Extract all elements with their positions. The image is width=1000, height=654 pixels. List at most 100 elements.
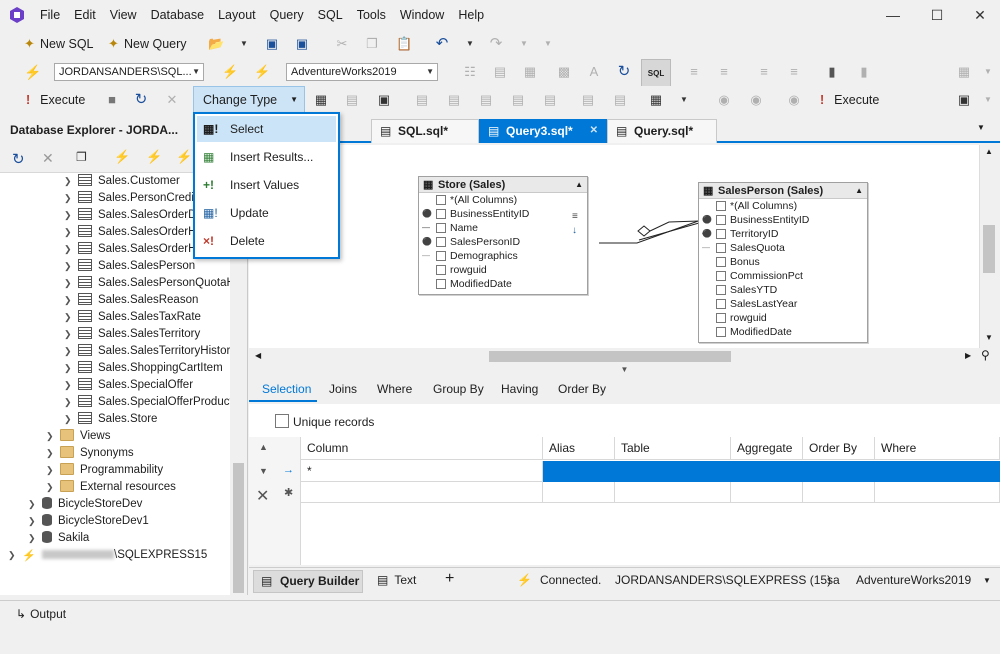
execute-button[interactable]: ! Execute [26,90,85,110]
expand-icon[interactable]: ❯ [64,411,78,428]
entity-field[interactable]: SalesLastYear [699,297,867,311]
entity-field[interactable]: *(All Columns) [699,199,867,213]
expand-icon[interactable]: ❯ [64,309,78,326]
align-icon[interactable]: ≡ [756,64,772,80]
tree-item-database[interactable]: ❯ BicycleStoreDev [28,496,142,513]
field-checkbox[interactable] [436,279,446,289]
expand-icon[interactable]: ❯ [64,173,78,190]
expand-icon[interactable]: ❯ [46,479,60,496]
print-icon[interactable]: ▤ [344,92,360,108]
field-checkbox[interactable] [436,209,446,219]
execute-right-button[interactable]: ! Execute [820,90,879,110]
splitter-handle[interactable]: ▼ [249,365,1000,378]
field-checkbox[interactable] [436,223,446,233]
expand-icon[interactable]: ❯ [64,258,78,275]
fit-icon[interactable]: ▣ [376,92,392,108]
scrollbar-thumb[interactable] [983,225,995,273]
grid-icon[interactable]: ▦ [522,64,538,80]
disconnect-icon[interactable]: ⚡ [176,149,192,165]
diagram-horizontal-scrollbar[interactable]: ◀ ▶ [249,348,980,365]
move-down-icon[interactable]: ▼ [259,466,268,476]
tree-item-database[interactable]: ❯ BicycleStoreDev1 [28,513,149,530]
entity-field[interactable]: ⚫— TerritoryID [699,227,867,252]
refresh-icon[interactable]: ↻ [12,150,25,168]
unique-records-checkbox[interactable] [275,414,289,428]
database-combo[interactable]: AdventureWorks2019 ▼ [286,63,438,81]
tree-item-table[interactable]: ❯ Sales.SpecialOffer [64,377,193,394]
connect-icon[interactable]: ⚡ [222,64,238,80]
field-checkbox[interactable] [716,215,726,225]
tab-having[interactable]: Having [501,382,538,396]
tree-item-table[interactable]: ❯ Sales.Store [64,411,157,428]
field-checkbox[interactable] [436,265,446,275]
save-all-icon[interactable]: ▣ [294,36,310,52]
tree-item-table[interactable]: ❯ Sales.SalesPersonQuotaHi [64,275,237,292]
close-icon[interactable]: ✕ [42,150,54,167]
bookmark-icon[interactable]: ▮ [824,64,840,80]
field-checkbox[interactable] [716,229,726,239]
grid-cell-new[interactable] [803,482,875,503]
expand-icon[interactable]: ❯ [46,445,60,462]
diagram-vertical-scrollbar[interactable]: ▲ ▼ [980,145,1000,348]
menu-query[interactable]: Query [270,8,304,22]
entity-field[interactable]: ⚫— BusinessEntityID [419,207,587,232]
tree-item-table[interactable]: ❯ Sales.ShoppingCartItem [64,360,223,377]
scrollbar-thumb[interactable] [233,463,244,593]
tree-item-server[interactable]: ❯ ⚡ \SQLEXPRESS15 [8,547,207,564]
expand-icon[interactable]: ❯ [64,224,78,241]
query-builder-button[interactable]: ▤ Query Builder [253,570,363,593]
distribute-icon[interactable]: ▤ [580,92,596,108]
output-button[interactable]: ↳ Output [16,607,66,621]
column-header-order-by[interactable]: Order By [803,437,875,460]
tabs-overflow-icon[interactable]: ▼ [977,123,985,132]
collapse-entity-icon[interactable]: ▲ [575,177,583,193]
entity-field[interactable]: rowguid [419,263,587,277]
field-checkbox[interactable] [716,285,726,295]
tree-item-table[interactable]: ❯ Sales.SpecialOfferProduct [64,394,233,411]
menu-item-insert-results[interactable]: ▦ Insert Results... [197,144,336,170]
expand-icon[interactable]: ❯ [28,530,42,547]
align-right-icon[interactable]: ▤ [478,92,494,108]
toolbar-options-icon[interactable]: ▼ [980,92,996,108]
close-tab-icon[interactable]: ✕ [590,120,598,142]
expand-icon[interactable]: ❯ [46,462,60,479]
toolbar-options-icon[interactable]: ▼ [980,64,996,80]
text-size-icon[interactable]: A [586,64,602,80]
menu-edit[interactable]: Edit [74,8,96,22]
tree-item-table[interactable]: ❯ Sales.SalesPerson [64,258,195,275]
entity-field[interactable]: rowguid [699,311,867,325]
tree-item-folder[interactable]: ❯ Programmability [46,462,163,479]
connection-combo[interactable]: JORDANSANDERS\SQL... ▼ [54,63,204,81]
undo-icon[interactable]: ↶ [434,36,450,52]
database-stop-icon[interactable]: ◉ [786,92,802,108]
menu-database[interactable]: Database [151,8,205,22]
redo-icon[interactable]: ↷ [488,36,504,52]
entity-field[interactable]: ModifiedDate [419,277,587,291]
tree-item-database[interactable]: ❯ Sakila [28,530,89,547]
refresh-icon[interactable]: ↻ [616,64,632,80]
expand-icon[interactable]: ❯ [64,207,78,224]
layout-icon[interactable]: ▤ [492,64,508,80]
redo-dropdown-icon[interactable]: ▼ [516,36,532,52]
grid-row-selected[interactable] [543,461,1000,482]
expand-icon[interactable]: ❯ [28,496,42,513]
entity-field[interactable]: *(All Columns) [419,193,587,207]
grid-cell-new[interactable] [731,482,803,503]
entity-field[interactable]: Demographics [419,249,587,263]
column-header-alias[interactable]: Alias [543,437,615,460]
grid-dropdown-icon[interactable]: ▼ [676,92,692,108]
table-grid-icon[interactable]: ▦ [648,92,664,108]
tab-query3-sql[interactable]: ▤ Query3.sql* ✕ [479,119,607,143]
minimize-button[interactable]: — [878,4,908,26]
expand-icon[interactable]: ❯ [46,428,60,445]
connection-plug-icon[interactable]: ⚡ [24,64,41,80]
new-sql-button[interactable]: ✦ New SQL [24,34,94,54]
entity-field[interactable]: ⚫— BusinessEntityID [699,213,867,238]
tab-query-sql[interactable]: ▤ Query.sql* [607,119,717,143]
image-icon[interactable]: ▩ [556,64,572,80]
field-checkbox[interactable] [716,313,726,323]
tab-selection[interactable]: Selection [262,382,311,396]
sql-toggle-button[interactable]: SQL [641,59,671,87]
entity-field[interactable]: CommissionPct [699,269,867,283]
grid-cell-new[interactable] [875,482,1000,503]
